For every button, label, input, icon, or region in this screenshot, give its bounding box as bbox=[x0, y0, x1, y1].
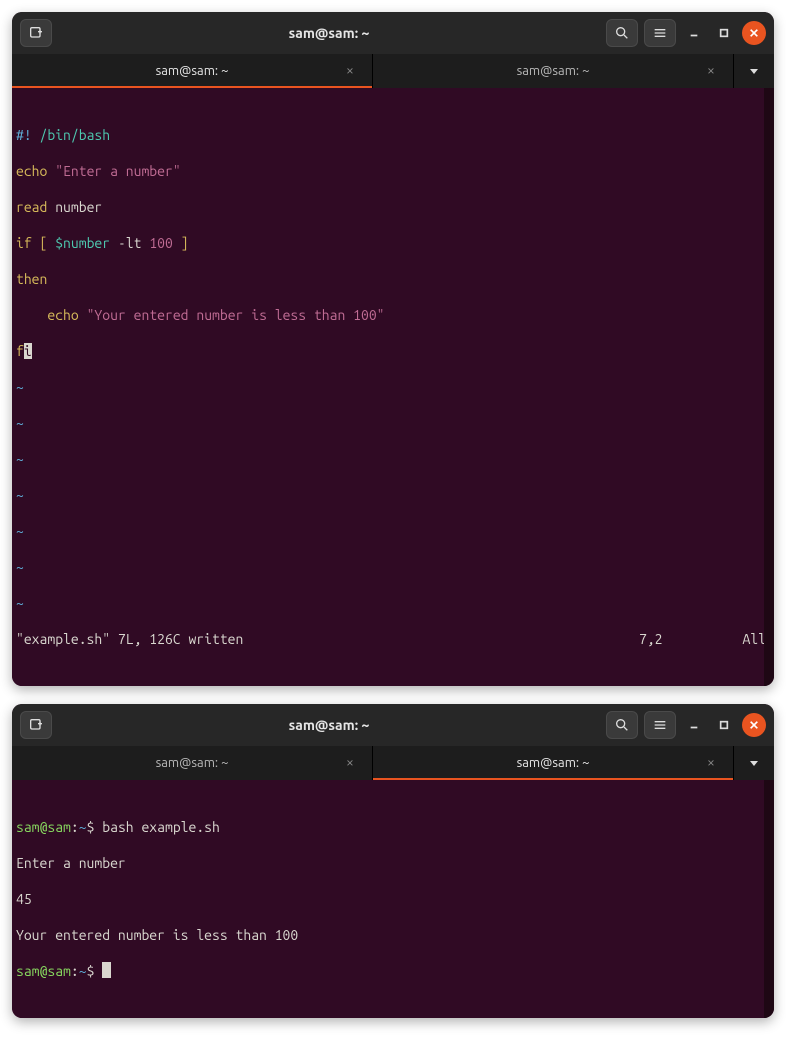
maximize-button[interactable] bbox=[712, 21, 736, 45]
code-line-7: fi bbox=[16, 342, 770, 360]
empty-line-tilde: ~ bbox=[16, 414, 770, 432]
cursor bbox=[102, 962, 111, 978]
shell-output-1: Enter a number bbox=[16, 854, 770, 872]
tab-close-icon[interactable]: × bbox=[342, 63, 358, 79]
tab-bar: sam@sam: ~ × sam@sam: ~ × bbox=[12, 54, 774, 88]
window-title: sam@sam: ~ bbox=[58, 25, 600, 41]
scrollbar[interactable] bbox=[764, 780, 774, 1018]
tab-close-icon[interactable]: × bbox=[342, 755, 358, 771]
shell-output-2: Your entered number is less than 100 bbox=[16, 926, 770, 944]
empty-line-tilde: ~ bbox=[16, 522, 770, 540]
tab-label: sam@sam: ~ bbox=[156, 756, 229, 770]
terminal-window-shell: sam@sam: ~ sam@sam: ~ × sam@sam: ~ bbox=[12, 704, 774, 1018]
scrollbar[interactable] bbox=[764, 88, 774, 686]
tab-label: sam@sam: ~ bbox=[517, 64, 590, 78]
search-button[interactable] bbox=[606, 19, 638, 47]
titlebar: sam@sam: ~ bbox=[12, 704, 774, 746]
tab-2[interactable]: sam@sam: ~ × bbox=[373, 746, 734, 780]
empty-line-tilde: ~ bbox=[16, 450, 770, 468]
maximize-button[interactable] bbox=[712, 713, 736, 737]
shell-user-input: 45 bbox=[16, 890, 770, 908]
empty-line-tilde: ~ bbox=[16, 594, 770, 612]
empty-line-tilde: ~ bbox=[16, 558, 770, 576]
tab-close-icon[interactable]: × bbox=[703, 63, 719, 79]
new-tab-button[interactable] bbox=[20, 19, 52, 47]
terminal-window-editor: sam@sam: ~ sam@sam: ~ × sam@sam: ~ bbox=[12, 12, 774, 686]
empty-line-tilde: ~ bbox=[16, 486, 770, 504]
minimize-button[interactable] bbox=[682, 713, 706, 737]
code-line-5: then bbox=[16, 270, 770, 288]
tab-1[interactable]: sam@sam: ~ × bbox=[12, 54, 373, 88]
code-line-3: read number bbox=[16, 198, 770, 216]
menu-button[interactable] bbox=[644, 19, 676, 47]
cursor-position: 7,2 bbox=[639, 630, 743, 648]
tab-close-icon[interactable]: × bbox=[703, 755, 719, 771]
search-button[interactable] bbox=[606, 711, 638, 739]
shell-prompt-current: sam@sam:~$ bbox=[16, 962, 770, 980]
terminal-content-shell[interactable]: sam@sam:~$ bash example.sh Enter a numbe… bbox=[12, 780, 774, 1018]
close-button[interactable] bbox=[742, 21, 766, 45]
minimize-button[interactable] bbox=[682, 21, 706, 45]
window-title: sam@sam: ~ bbox=[58, 717, 600, 733]
new-tab-button[interactable] bbox=[20, 711, 52, 739]
tab-1[interactable]: sam@sam: ~ × bbox=[12, 746, 373, 780]
code-line-6: echo "Your entered number is less than 1… bbox=[16, 306, 770, 324]
code-line-1: #! /bin/bash bbox=[16, 126, 770, 144]
code-line-2: echo "Enter a number" bbox=[16, 162, 770, 180]
tab-dropdown-icon[interactable] bbox=[734, 746, 774, 780]
status-message: "example.sh" 7L, 126C written bbox=[16, 630, 243, 648]
cursor: i bbox=[24, 343, 32, 359]
tab-bar: sam@sam: ~ × sam@sam: ~ × bbox=[12, 746, 774, 780]
code-line-4: if [ $number -lt 100 ] bbox=[16, 234, 770, 252]
tab-label: sam@sam: ~ bbox=[517, 756, 590, 770]
close-button[interactable] bbox=[742, 713, 766, 737]
tab-2[interactable]: sam@sam: ~ × bbox=[373, 54, 734, 88]
shell-line-1: sam@sam:~$ bash example.sh bbox=[16, 818, 770, 836]
tab-dropdown-icon[interactable] bbox=[734, 54, 774, 88]
vim-status-line: "example.sh" 7L, 126C written 7,2 All bbox=[16, 630, 770, 648]
titlebar: sam@sam: ~ bbox=[12, 12, 774, 54]
tab-label: sam@sam: ~ bbox=[156, 64, 229, 78]
menu-button[interactable] bbox=[644, 711, 676, 739]
empty-line-tilde: ~ bbox=[16, 378, 770, 396]
terminal-content-editor[interactable]: #! /bin/bash echo "Enter a number" read … bbox=[12, 88, 774, 686]
